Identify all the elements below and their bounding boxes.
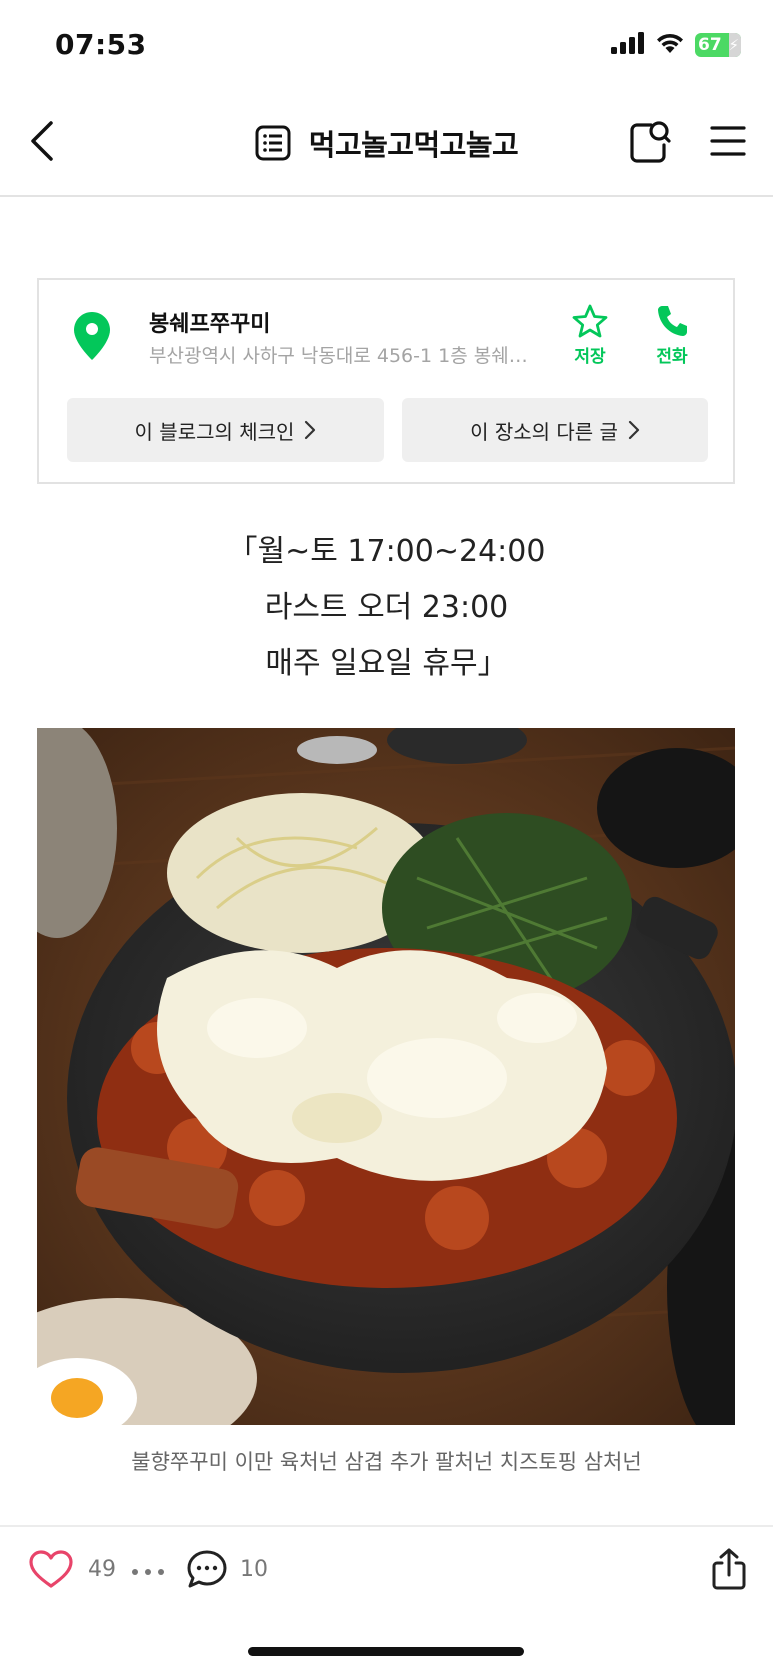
share-button[interactable]	[711, 1547, 747, 1595]
heart-icon	[29, 1550, 73, 1588]
post-body-text: 「월~토 17:00~24:00 라스트 오더 23:00 매주 일요일 휴무」	[0, 524, 773, 692]
status-bar: 07:53 67 ⚡	[0, 0, 773, 92]
hours-line-1: 「월~토 17:00~24:00	[227, 534, 546, 569]
list-icon	[255, 125, 291, 161]
place-other-posts-button[interactable]: 이 장소의 다른 글	[402, 398, 708, 462]
place-other-posts-label: 이 장소의 다른 글	[470, 419, 618, 444]
save-button[interactable]: 저장	[572, 304, 608, 367]
home-indicator[interactable]	[248, 1647, 524, 1656]
blog-checkin-label: 이 블로그의 체크인	[134, 419, 295, 444]
share-icon	[712, 1548, 746, 1590]
more-options-button[interactable]	[131, 1557, 165, 1582]
photo-caption: 불향쭈꾸미 이만 육처넌 삼겹 추가 팔처넌 치즈토핑 삼처넌	[131, 1450, 642, 1474]
cellular-signal-icon	[611, 32, 645, 58]
comment-count: 10	[240, 1556, 268, 1582]
charging-bolt-icon: ⚡	[728, 36, 739, 54]
blog-search-button[interactable]	[629, 116, 671, 166]
menu-button[interactable]	[707, 116, 749, 166]
place-address: 부산광역시 사하구 낙동대로 456-1 1층 봉쉐프쭈꾸미	[149, 345, 529, 367]
blog-search-icon	[630, 121, 671, 163]
phone-icon	[658, 306, 687, 336]
place-name[interactable]: 봉쉐프쭈꾸미	[149, 306, 270, 338]
battery-indicator: 67 ⚡	[695, 33, 741, 57]
hours-line-2: 라스트 오더 23:00	[264, 590, 509, 625]
place-card[interactable]: 봉쉐프쭈꾸미 부산광역시 사하구 낙동대로 456-1 1층 봉쉐프쭈꾸미 저장…	[37, 278, 735, 484]
chevron-right-icon	[305, 420, 316, 440]
star-icon	[572, 304, 608, 338]
chevron-right-icon	[628, 420, 640, 440]
battery-level: 67	[698, 35, 722, 55]
like-button[interactable]: 49	[28, 1549, 116, 1589]
hamburger-menu-icon	[710, 126, 746, 156]
status-icons: 67 ⚡	[611, 32, 741, 58]
nav-bar: 먹고놀고먹고놀고	[0, 92, 773, 197]
status-time: 07:53	[55, 28, 147, 61]
page-title: 먹고놀고먹고놀고	[308, 128, 519, 162]
comment-button[interactable]: 10	[186, 1549, 268, 1589]
call-label: 전화	[656, 347, 688, 367]
save-label: 저장	[574, 347, 606, 367]
more-dots-icon	[132, 1569, 164, 1575]
location-pin-icon	[72, 310, 112, 366]
hours-line-3: 매주 일요일 휴무」	[265, 646, 508, 681]
wifi-icon	[655, 32, 685, 58]
blog-checkin-button[interactable]: 이 블로그의 체크인	[67, 398, 384, 462]
like-count: 49	[88, 1556, 116, 1582]
bottom-action-bar: 49 10	[0, 1525, 773, 1615]
food-photo[interactable]	[37, 728, 735, 1425]
call-button[interactable]: 전화	[656, 304, 688, 367]
comment-bubble-icon	[187, 1550, 227, 1588]
